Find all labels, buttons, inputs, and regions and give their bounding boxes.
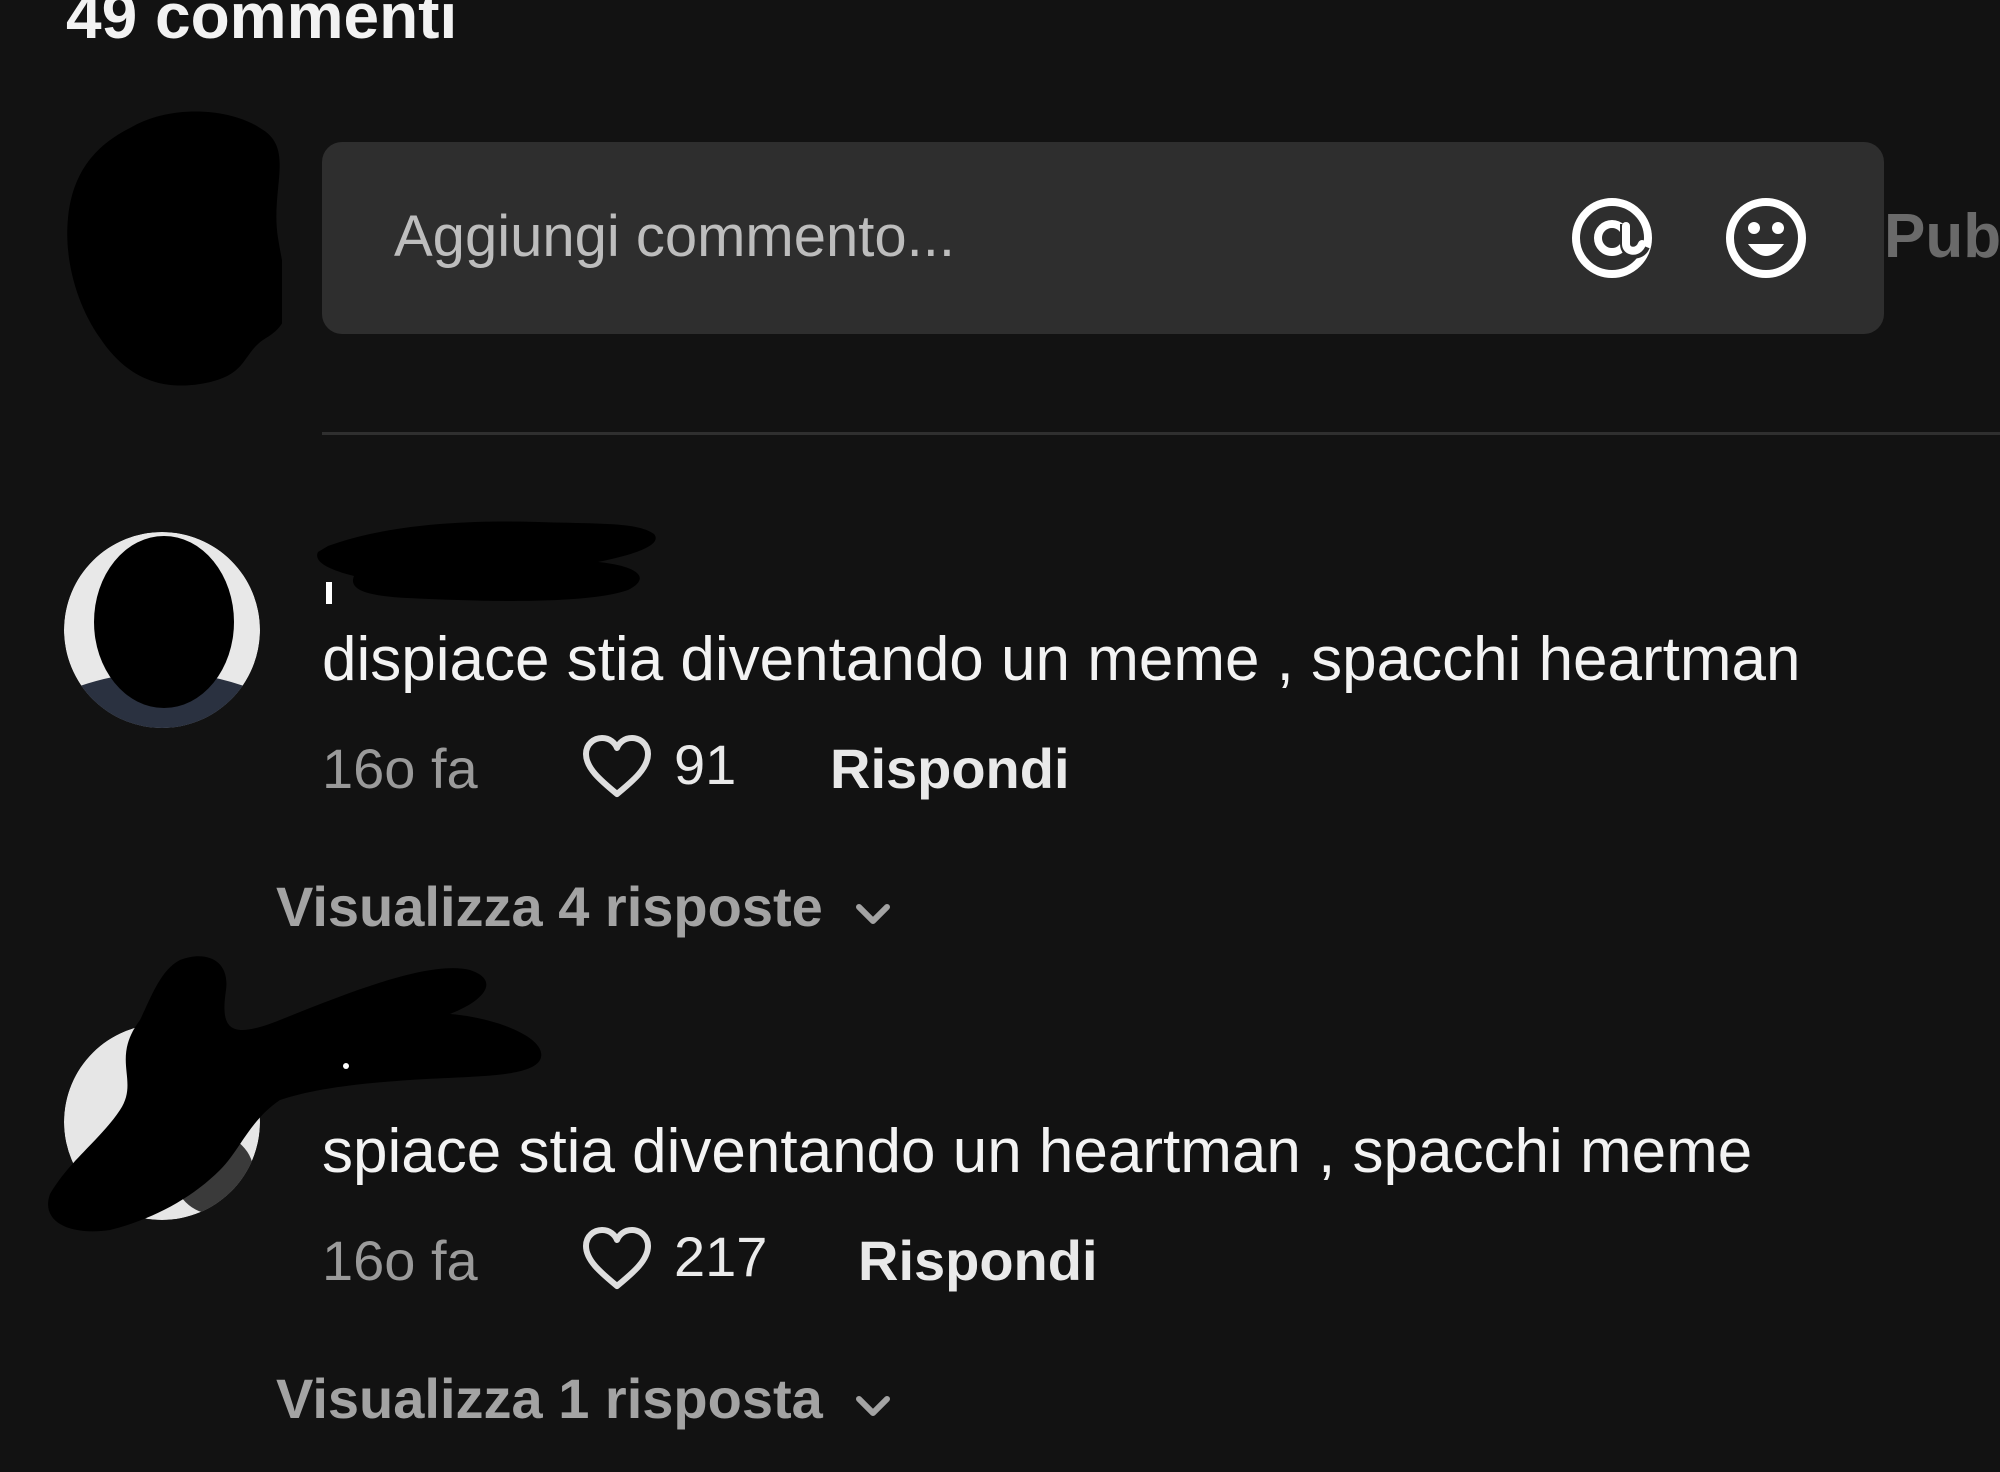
username-redacted [48, 956, 542, 1232]
like-count: 217 [674, 1225, 768, 1288]
comment-avatar[interactable] [64, 532, 260, 728]
divider [322, 432, 2000, 435]
reply-button[interactable]: Rispondi [858, 1228, 1098, 1294]
publish-button[interactable]: Pub [1884, 200, 2000, 274]
view-replies-button[interactable]: Visualizza 4 risposte [276, 874, 893, 940]
comment-text: dispiace stia diventando un meme , spacc… [322, 625, 1801, 694]
chevron-down-icon [855, 904, 890, 924]
like-count: 91 [674, 733, 737, 796]
view-replies-button[interactable]: Visualizza 1 risposta [276, 1366, 893, 1432]
avatar-image-redacted [64, 532, 260, 728]
heart-icon[interactable] [580, 1226, 654, 1292]
at-sign-icon[interactable] [1568, 194, 1656, 282]
view-replies-label: Visualizza 1 risposta [276, 1367, 823, 1430]
chevron-down-icon [855, 1396, 890, 1416]
comments-count-title: 49 commenti [66, 0, 458, 52]
smiley-icon[interactable] [1722, 194, 1810, 282]
comment-text: spiace stia diventando un heartman , spa… [322, 1117, 1753, 1186]
comment-timestamp: 16o fa [322, 737, 478, 800]
view-replies-label: Visualizza 4 risposte [276, 875, 823, 938]
heart-icon[interactable] [580, 734, 654, 800]
reply-button[interactable]: Rispondi [830, 736, 1070, 802]
comment-input-placeholder: Aggiungi commento... [394, 204, 955, 269]
current-user-avatar-redacted [67, 111, 282, 386]
username-redacted [317, 521, 656, 604]
comment-input[interactable]: Aggiungi commento... [322, 142, 1884, 334]
comment-timestamp: 16o fa [322, 1229, 478, 1292]
